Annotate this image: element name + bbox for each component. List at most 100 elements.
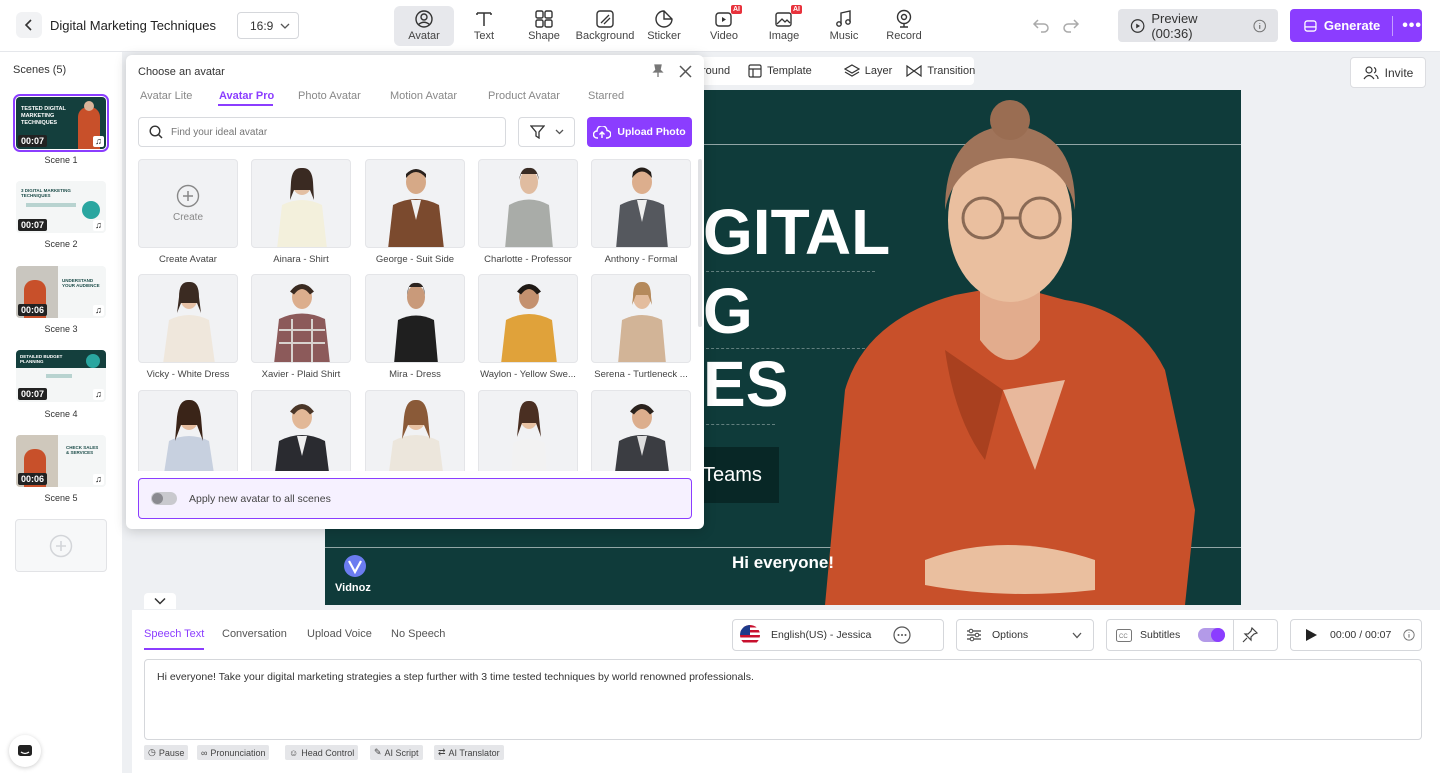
- more-icon[interactable]: •••: [1402, 17, 1422, 35]
- background-button[interactable]: round: [702, 65, 730, 77]
- dashed-rule: [701, 424, 775, 425]
- avatar-photo: [389, 399, 443, 471]
- invite-label: Invite: [1384, 65, 1414, 80]
- tool-shape[interactable]: Shape: [514, 6, 574, 46]
- avatar-card[interactable]: [365, 159, 465, 248]
- clock-icon: ◷: [148, 747, 156, 757]
- tab-upload-voice[interactable]: Upload Voice: [307, 628, 372, 640]
- tab-product-avatar[interactable]: Product Avatar: [488, 90, 560, 102]
- options-dropdown[interactable]: Options: [956, 619, 1094, 651]
- redo-icon[interactable]: [1062, 17, 1080, 33]
- ai-translator-chip[interactable]: ⇄ AI Translator: [434, 745, 504, 760]
- tab-avatar-lite[interactable]: Avatar Lite: [140, 90, 192, 102]
- tool-label: Text: [473, 30, 495, 42]
- project-title[interactable]: Digital Marketing Techniques: [50, 18, 216, 33]
- avatar-grid: Create Create Avatar Ainara - Shirt Geor…: [138, 159, 693, 471]
- scene-title: DETAILED BUDGET PLANNING: [20, 354, 63, 364]
- search-box[interactable]: [138, 117, 506, 147]
- scene-thumbnail-1[interactable]: TESTED DIGITAL MARKETING TECHNIQUES 00:0…: [13, 94, 109, 152]
- search-input[interactable]: [171, 126, 491, 138]
- tab-speech-text[interactable]: Speech Text: [144, 628, 204, 640]
- info-icon[interactable]: [1403, 629, 1415, 641]
- scene-thumbnail-4[interactable]: DETAILED BUDGET PLANNING 00:07 ♫: [16, 350, 106, 402]
- avatar-thumb: [86, 354, 100, 368]
- head-control-chip[interactable]: ☺ Head Control: [285, 745, 359, 760]
- tab-conversation[interactable]: Conversation: [222, 628, 287, 640]
- tool-image[interactable]: AI Image: [754, 5, 814, 46]
- tab-photo-avatar[interactable]: Photo Avatar: [298, 90, 361, 102]
- apply-all-toggle[interactable]: [151, 492, 177, 505]
- avatar-card[interactable]: [365, 390, 465, 471]
- scene-thumbnail-3[interactable]: UNDERSTAND YOUR AUDIENCE 00:06 ♫: [16, 266, 106, 318]
- avatar-card[interactable]: [591, 159, 691, 248]
- headline-line-3[interactable]: ES: [703, 346, 788, 422]
- avatar-card[interactable]: [478, 390, 578, 471]
- transition-button[interactable]: Transition: [906, 64, 975, 78]
- tool-video[interactable]: AI Video: [694, 5, 754, 46]
- tab-starred[interactable]: Starred: [588, 90, 624, 102]
- upload-photo-button[interactable]: Upload Photo: [587, 117, 692, 147]
- tool-record[interactable]: Record: [874, 6, 934, 46]
- generate-button[interactable]: Generate •••: [1290, 9, 1422, 42]
- scene-label: Scene 5: [44, 493, 78, 503]
- transition-label: Transition: [927, 65, 976, 77]
- layer-button[interactable]: Layer: [843, 64, 892, 78]
- info-icon[interactable]: [1253, 19, 1266, 33]
- ai-script-chip[interactable]: ✎ AI Script: [370, 745, 423, 760]
- filter-dropdown[interactable]: [518, 117, 575, 147]
- avatar-card[interactable]: [591, 390, 691, 471]
- translate-icon: ⇄: [438, 747, 446, 757]
- tool-sticker[interactable]: Sticker: [634, 6, 694, 46]
- search-icon: [149, 125, 163, 139]
- pin-icon[interactable]: [651, 64, 665, 78]
- tab-motion-avatar[interactable]: Motion Avatar: [390, 90, 457, 102]
- avatar-card[interactable]: [138, 274, 238, 363]
- scene-thumbnail-5[interactable]: CHECK SALES & SERVICES 00:06 ♫: [16, 435, 106, 487]
- add-scene-button[interactable]: [15, 519, 107, 572]
- script-textarea[interactable]: Hi everyone! Take your digital marketing…: [144, 659, 1422, 740]
- pin-sparkle-icon[interactable]: [1242, 627, 1259, 643]
- tool-music[interactable]: Music: [814, 6, 874, 46]
- avatar-card[interactable]: [478, 159, 578, 248]
- template-button[interactable]: Template: [748, 64, 812, 78]
- aspect-ratio-select[interactable]: 16:9: [237, 12, 299, 39]
- invite-button[interactable]: Invite: [1350, 57, 1426, 88]
- tab-avatar-pro[interactable]: Avatar Pro: [219, 90, 274, 102]
- grid-scrollbar[interactable]: [698, 159, 702, 327]
- presenter-avatar[interactable]: [805, 90, 1241, 605]
- play-icon[interactable]: [1305, 628, 1318, 642]
- avatar-card[interactable]: [591, 274, 691, 363]
- avatar-name: Mira - Dress: [389, 369, 441, 380]
- back-button[interactable]: [16, 12, 42, 38]
- avatar-card[interactable]: [138, 390, 238, 471]
- subtitles-toggle[interactable]: [1198, 628, 1226, 642]
- voice-selector[interactable]: English(US) - Jessica: [732, 619, 944, 651]
- collapse-button[interactable]: [144, 593, 176, 609]
- headline-line-2[interactable]: G: [703, 273, 753, 349]
- chat-support-button[interactable]: [9, 735, 41, 767]
- tool-avatar[interactable]: Avatar: [394, 6, 454, 46]
- subtitle-box[interactable]: Teams: [693, 447, 779, 503]
- create-avatar-card[interactable]: Create: [138, 159, 238, 248]
- preview-button[interactable]: Preview (00:36): [1118, 9, 1278, 42]
- tool-text[interactable]: Text: [454, 6, 514, 46]
- avatar-name: Waylon - Yellow Swe...: [480, 369, 576, 380]
- avatar-card[interactable]: [365, 274, 465, 363]
- aspect-ratio-value: 16:9: [250, 18, 274, 33]
- tool-background[interactable]: Background: [574, 6, 636, 46]
- more-circle-icon[interactable]: [893, 626, 911, 644]
- avatar-card[interactable]: [251, 390, 351, 471]
- scene-thumbnail-2[interactable]: 3 DIGITAL MARKETING TECHNIQUES 00:07 ♫: [16, 181, 106, 233]
- close-icon[interactable]: [679, 65, 692, 78]
- avatar-card[interactable]: [251, 159, 351, 248]
- avatar-card[interactable]: [478, 274, 578, 363]
- avatar-card[interactable]: [251, 274, 351, 363]
- sliders-icon: [967, 628, 981, 642]
- undo-icon[interactable]: [1032, 17, 1050, 33]
- pronunciation-chip[interactable]: ∞ Pronunciation: [197, 745, 270, 760]
- avatar-name: Create Avatar: [159, 254, 217, 265]
- scene-duration: 00:06: [18, 304, 48, 316]
- tab-no-speech[interactable]: No Speech: [391, 628, 445, 640]
- pause-chip[interactable]: ◷ Pause: [144, 745, 189, 760]
- ai-badge: AI: [791, 5, 802, 14]
